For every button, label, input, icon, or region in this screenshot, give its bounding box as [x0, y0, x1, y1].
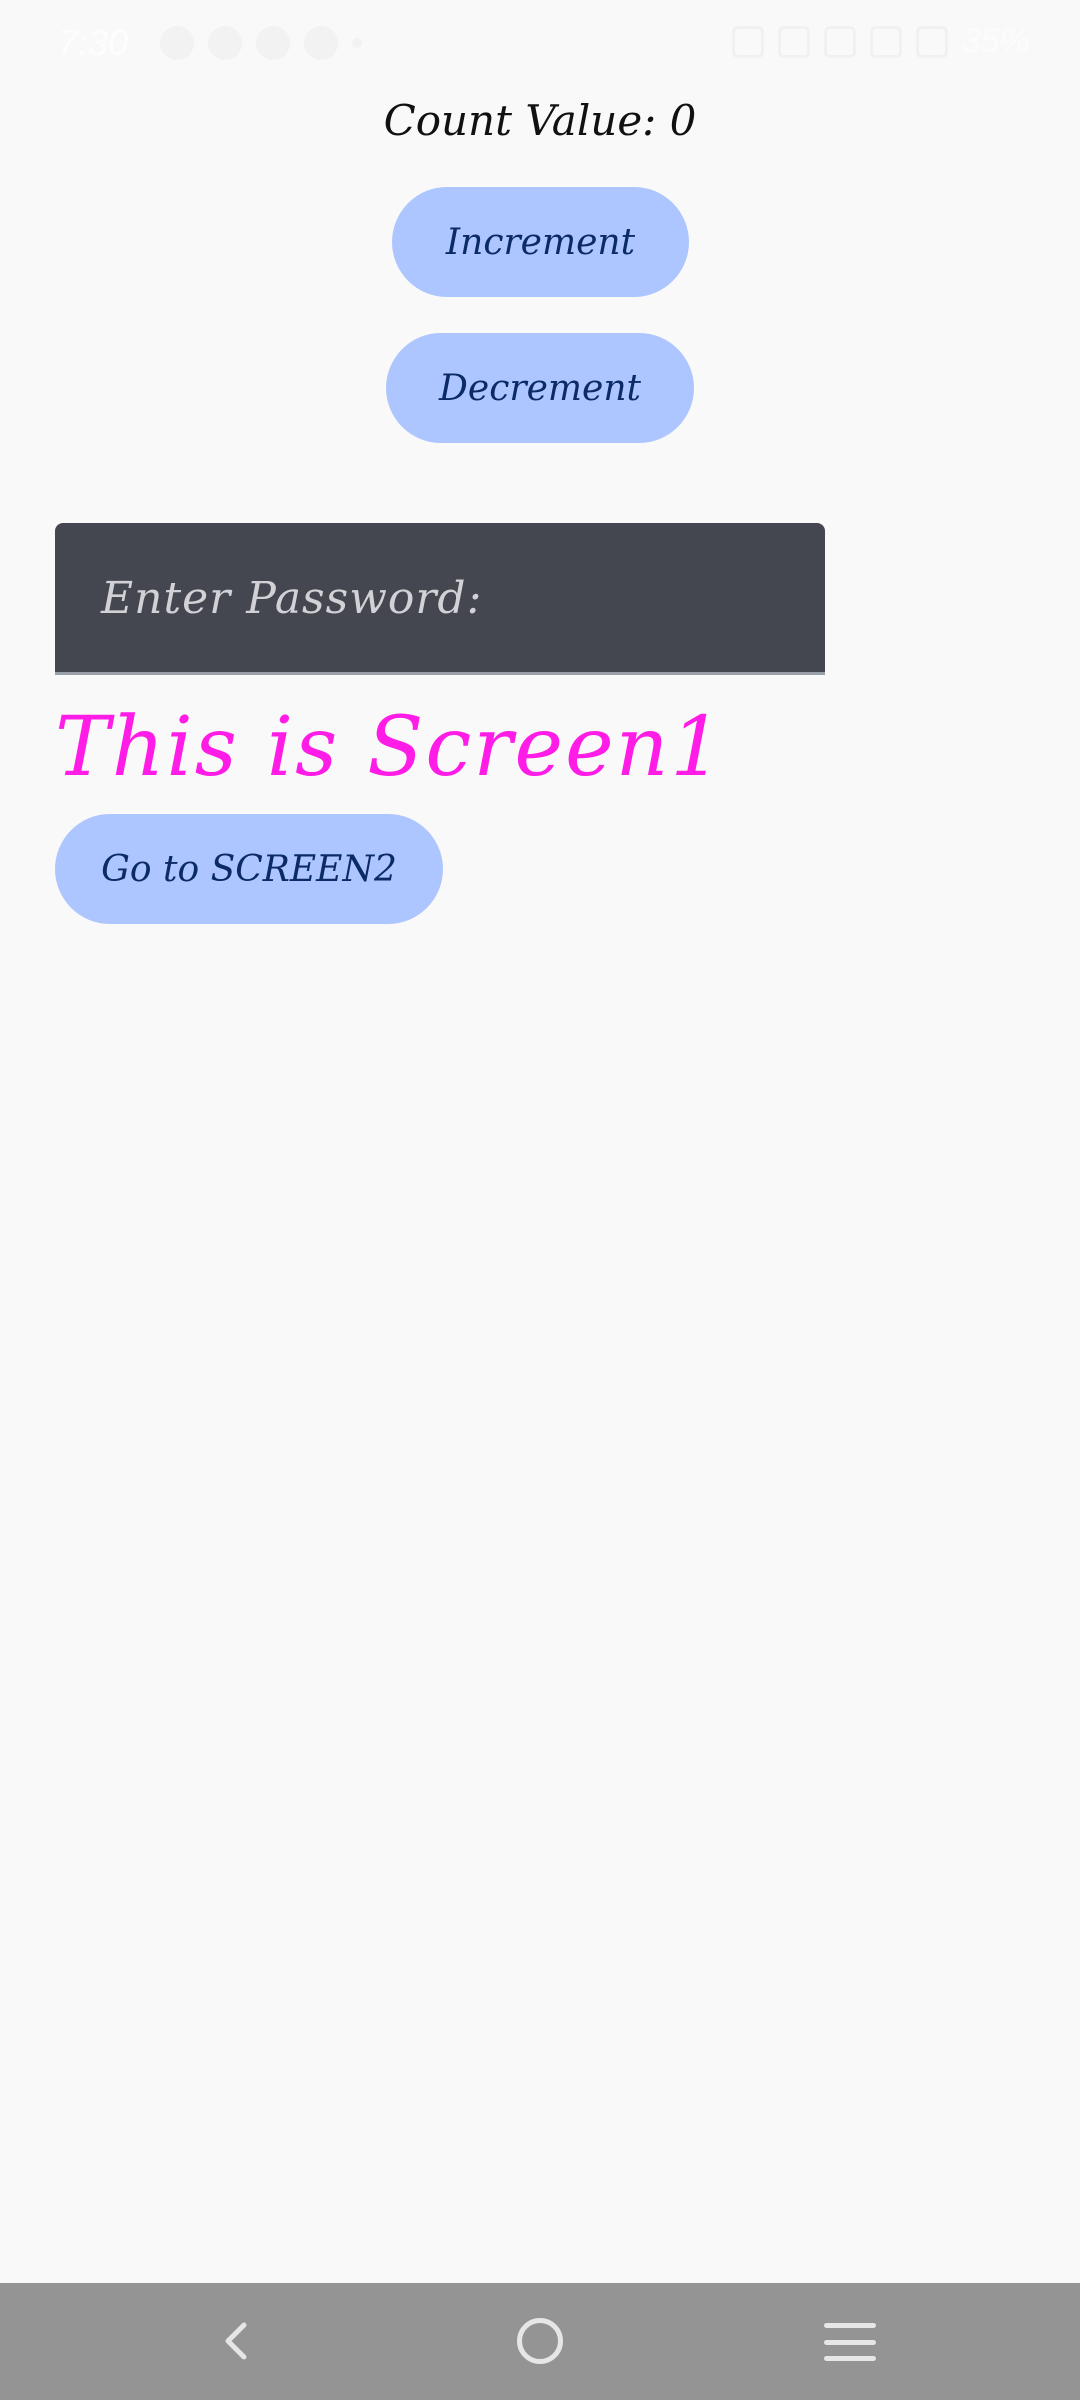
battery-icon: [915, 25, 948, 58]
battery-percent: 35%: [961, 22, 1030, 60]
notification-icon: [208, 26, 242, 60]
go-to-screen2-button[interactable]: Go to SCREEN2: [55, 814, 443, 924]
screen-title: This is Screen1: [55, 700, 725, 795]
wifi-icon: [823, 25, 856, 58]
status-time: 7:30: [58, 22, 129, 63]
circle-home-icon[interactable]: [517, 2318, 563, 2364]
system-status-icons: 35%: [731, 22, 1030, 61]
notification-icons: [160, 26, 362, 60]
count-value-label: Count Value: 0: [383, 96, 697, 145]
notification-icon: [160, 26, 194, 60]
status-bar: 7:30 35%: [0, 0, 1080, 88]
decrement-button[interactable]: Decrement: [386, 333, 694, 443]
menu-lines-icon[interactable]: [824, 2323, 876, 2361]
more-notifications-dot: [352, 38, 362, 48]
alarm-icon: [731, 25, 764, 58]
signal-icon: [869, 25, 902, 58]
navigation-bar: [0, 2283, 1080, 2400]
data-icon: [777, 25, 810, 58]
password-field[interactable]: Enter Password:: [55, 523, 825, 675]
chevron-left-icon[interactable]: [216, 2321, 256, 2361]
whatsapp-icon: [304, 26, 338, 60]
password-placeholder: Enter Password:: [101, 573, 483, 624]
increment-button[interactable]: Increment: [392, 187, 689, 297]
notification-icon: [256, 26, 290, 60]
